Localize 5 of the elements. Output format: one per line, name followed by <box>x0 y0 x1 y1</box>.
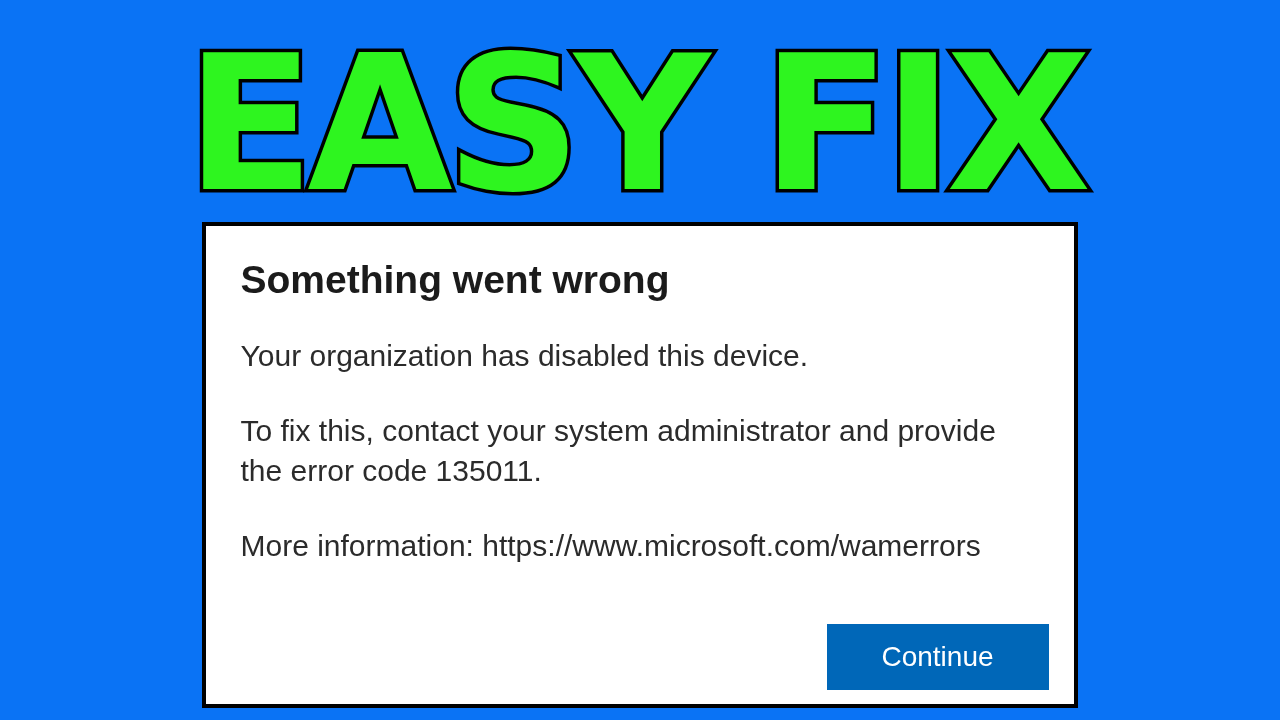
dialog-message: More information: https://www.microsoft.com/wamerrors <box>240 528 982 564</box>
continue-button[interactable]: Continue <box>826 624 1049 690</box>
dialog-message: Your organization has disabled this device. <box>240 338 810 374</box>
dialog-message: To fix this, contact your system administrator and provide the error code 135011. <box>240 413 997 489</box>
dialog-title: Something went wrong <box>240 257 671 303</box>
